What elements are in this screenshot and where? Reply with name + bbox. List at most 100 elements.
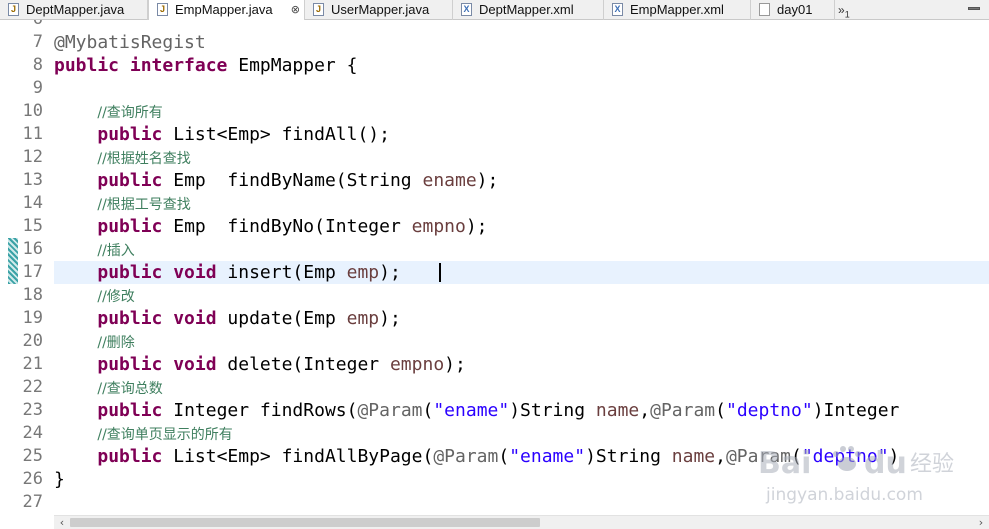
code-text: public void update(Emp emp); <box>54 307 401 330</box>
code-line[interactable]: 9 <box>0 77 989 100</box>
code-line[interactable]: 26} <box>0 468 989 491</box>
scrollbar-thumb[interactable] <box>70 518 540 527</box>
code-token: public <box>97 124 163 145</box>
line-number: 11 <box>22 124 43 144</box>
code-line[interactable]: 22 //查询总数 <box>0 376 989 399</box>
code-line[interactable]: 18 //修改 <box>0 284 989 307</box>
code-line[interactable]: 11 public List<Emp> findAll(); <box>0 123 989 146</box>
xml-file-icon: X <box>612 3 623 16</box>
code-line[interactable]: 15 public Emp findByNo(Integer empno); <box>0 215 989 238</box>
tab-deptmapper-xml[interactable]: X DeptMapper.xml <box>453 0 604 20</box>
code-text: //插入 <box>54 238 134 263</box>
line-number: 21 <box>22 354 43 374</box>
code-line[interactable]: 12 //根据姓名查找 <box>0 146 989 169</box>
code-token: Emp findByNo(Integer <box>162 216 412 237</box>
code-text: public List<Emp> findAll(); <box>54 123 390 146</box>
code-token: public <box>97 446 163 467</box>
code-line[interactable]: 16 //插入 <box>0 238 989 261</box>
tab-empmapper-java[interactable]: J EmpMapper.java ⊗ <box>148 0 305 20</box>
line-number: 6 <box>18 20 43 31</box>
code-token: public void <box>97 354 217 375</box>
code-line[interactable]: 23 public Integer findRows(@Param("ename… <box>0 399 989 422</box>
code-line[interactable]: 10 //查询所有 <box>0 100 989 123</box>
xml-file-icon: X <box>461 3 472 16</box>
code-token: )Integer <box>812 400 900 421</box>
code-line[interactable]: 6 <box>0 20 989 31</box>
tab-empmapper-xml[interactable]: X EmpMapper.xml <box>604 0 751 20</box>
code-text: //根据工号查找 <box>54 192 191 217</box>
line-number: 13 <box>22 170 43 190</box>
code-text: } <box>54 468 65 491</box>
tab-label: EmpMapper.xml <box>630 2 724 17</box>
code-token: ( <box>715 400 726 421</box>
code-text: public Integer findRows(@Param("ename")S… <box>54 399 899 422</box>
code-token: emp <box>346 308 380 329</box>
code-token: "deptno" <box>801 446 889 467</box>
code-editor[interactable]: 67 @MybatisRegist 8 public interface EmpMap… <box>0 20 989 515</box>
line-number: 7 <box>32 32 43 52</box>
code-line[interactable]: 21 public void delete(Integer empno); <box>0 353 989 376</box>
code-token: ); <box>379 308 401 329</box>
code-token: "ename" <box>509 446 586 467</box>
line-number: 8 <box>32 55 43 75</box>
tab-usermapper-java[interactable]: J UserMapper.java <box>305 0 453 20</box>
code-token: Integer findRows( <box>162 400 358 421</box>
code-token: @Param <box>433 446 499 467</box>
code-line[interactable]: 13 public Emp findByName(String ename); <box>0 169 989 192</box>
minimize-icon[interactable] <box>968 7 980 10</box>
code-text: public void insert(Emp emp); <box>54 261 400 284</box>
code-token: Emp findByName(String <box>162 170 423 191</box>
code-token: @MybatisRegist <box>54 32 206 53</box>
line-number: 17 <box>22 262 43 282</box>
code-text: //查询单页显示的所有 <box>54 422 232 447</box>
code-token: update(Emp <box>216 308 347 329</box>
tab-overflow-button[interactable]: »1 <box>838 0 850 20</box>
code-token: ); <box>465 216 488 237</box>
code-token: //修改 <box>97 289 135 305</box>
code-line[interactable]: 17 public void insert(Emp emp); <box>0 261 989 284</box>
tab-label: DeptMapper.xml <box>479 2 574 17</box>
code-line[interactable]: 20 //删除 <box>0 330 989 353</box>
tab-overflow-symbol: » <box>838 3 845 17</box>
close-tab-icon[interactable]: ⊗ <box>291 0 300 20</box>
line-number: 9 <box>32 78 43 98</box>
scroll-left-arrow-icon[interactable]: ‹ <box>54 516 70 529</box>
code-text: //根据姓名查找 <box>54 146 190 171</box>
code-token: //根据工号查找 <box>97 197 191 213</box>
code-token: )String <box>509 400 596 421</box>
horizontal-scrollbar[interactable]: ‹ › <box>54 515 989 529</box>
code-token: //查询总数 <box>97 381 163 397</box>
code-line[interactable]: 24 //查询单页显示的所有 <box>0 422 989 445</box>
line-number: 18 <box>22 285 43 305</box>
code-line[interactable]: 27 <box>0 491 989 514</box>
code-line[interactable]: 8 public interface EmpMapper { <box>0 54 989 77</box>
tab-overflow-count: 1 <box>844 9 850 20</box>
code-token: , <box>639 400 651 421</box>
code-text: public Emp findByName(String ename); <box>54 169 498 192</box>
scroll-right-arrow-icon[interactable]: › <box>973 516 989 529</box>
line-number: 24 <box>22 423 43 443</box>
code-text: public void delete(Integer empno); <box>54 353 465 376</box>
code-token: } <box>54 469 65 490</box>
line-number: 12 <box>22 147 43 167</box>
code-line[interactable]: 14 //根据工号查找 <box>0 192 989 215</box>
code-token: )String <box>585 446 672 467</box>
code-token: empno <box>389 354 445 375</box>
code-line[interactable]: 7 @MybatisRegist <box>0 31 989 54</box>
tab-label: EmpMapper.java <box>175 2 273 17</box>
tab-day01[interactable]: day01 <box>751 0 835 20</box>
code-line[interactable]: 25 public List<Emp> findAllByPage(@Param… <box>0 445 989 468</box>
code-token: public <box>97 170 163 191</box>
java-file-icon: J <box>313 3 324 16</box>
code-token: @Param <box>357 400 423 421</box>
line-number: 19 <box>22 308 43 328</box>
tab-deptmapper-java[interactable]: J DeptMapper.java <box>0 0 148 20</box>
code-line[interactable]: 19 public void update(Emp emp); <box>0 307 989 330</box>
